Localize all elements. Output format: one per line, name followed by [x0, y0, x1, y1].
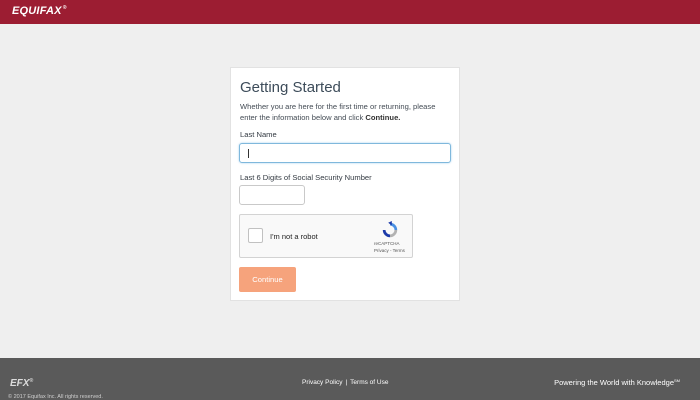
recaptcha-widget: I'm not a robot reCAPTCHA Privacy - Term… — [239, 214, 413, 258]
footer-link-separator: | — [345, 379, 348, 386]
text-caret — [248, 149, 249, 158]
efx-logo-text: EFX — [10, 378, 30, 389]
privacy-policy-link[interactable]: Privacy Policy — [302, 379, 342, 386]
last-name-input[interactable] — [239, 143, 451, 163]
copyright-text: © 2017 Equifax Inc. All rights reserved. — [8, 394, 103, 400]
terms-of-use-link[interactable]: Terms of Use — [350, 379, 388, 386]
top-header-bar: EQUIFAX® — [0, 0, 700, 24]
ssn-label: Last 6 Digits of Social Security Number — [240, 173, 372, 182]
getting-started-card: Getting Started Whether you are here for… — [230, 67, 460, 301]
equifax-logo-text: EQUIFAX — [12, 5, 62, 17]
page-title: Getting Started — [240, 79, 341, 96]
recaptcha-icon — [382, 221, 398, 238]
last-name-label: Last Name — [240, 130, 277, 139]
efx-logo: EFX® — [10, 378, 33, 389]
continue-button[interactable]: Continue — [239, 267, 296, 292]
recaptcha-label: I'm not a robot — [270, 232, 318, 241]
recaptcha-checkbox[interactable] — [248, 228, 263, 243]
ssn-input[interactable] — [239, 185, 305, 205]
footer-tagline: Powering the World with KnowledgeSM — [554, 378, 680, 387]
tagline-mark: SM — [674, 378, 680, 383]
footer-links: Privacy Policy | Terms of Use — [302, 379, 388, 386]
equifax-logo[interactable]: EQUIFAX® — [12, 5, 67, 17]
equifax-logo-mark: ® — [62, 5, 67, 11]
recaptcha-links[interactable]: Privacy - Terms — [374, 248, 405, 253]
efx-logo-mark: ® — [29, 378, 34, 384]
recaptcha-brand: reCAPTCHA — [374, 241, 400, 246]
tagline-text: Powering the World with Knowledge — [554, 378, 674, 387]
intro-text: Whether you are here for the first time … — [240, 101, 454, 123]
intro-action: Continue. — [365, 113, 401, 122]
footer-bar: EFX® © 2017 Equifax Inc. All rights rese… — [0, 358, 700, 400]
intro-body: Whether you are here for the first time … — [240, 102, 436, 122]
